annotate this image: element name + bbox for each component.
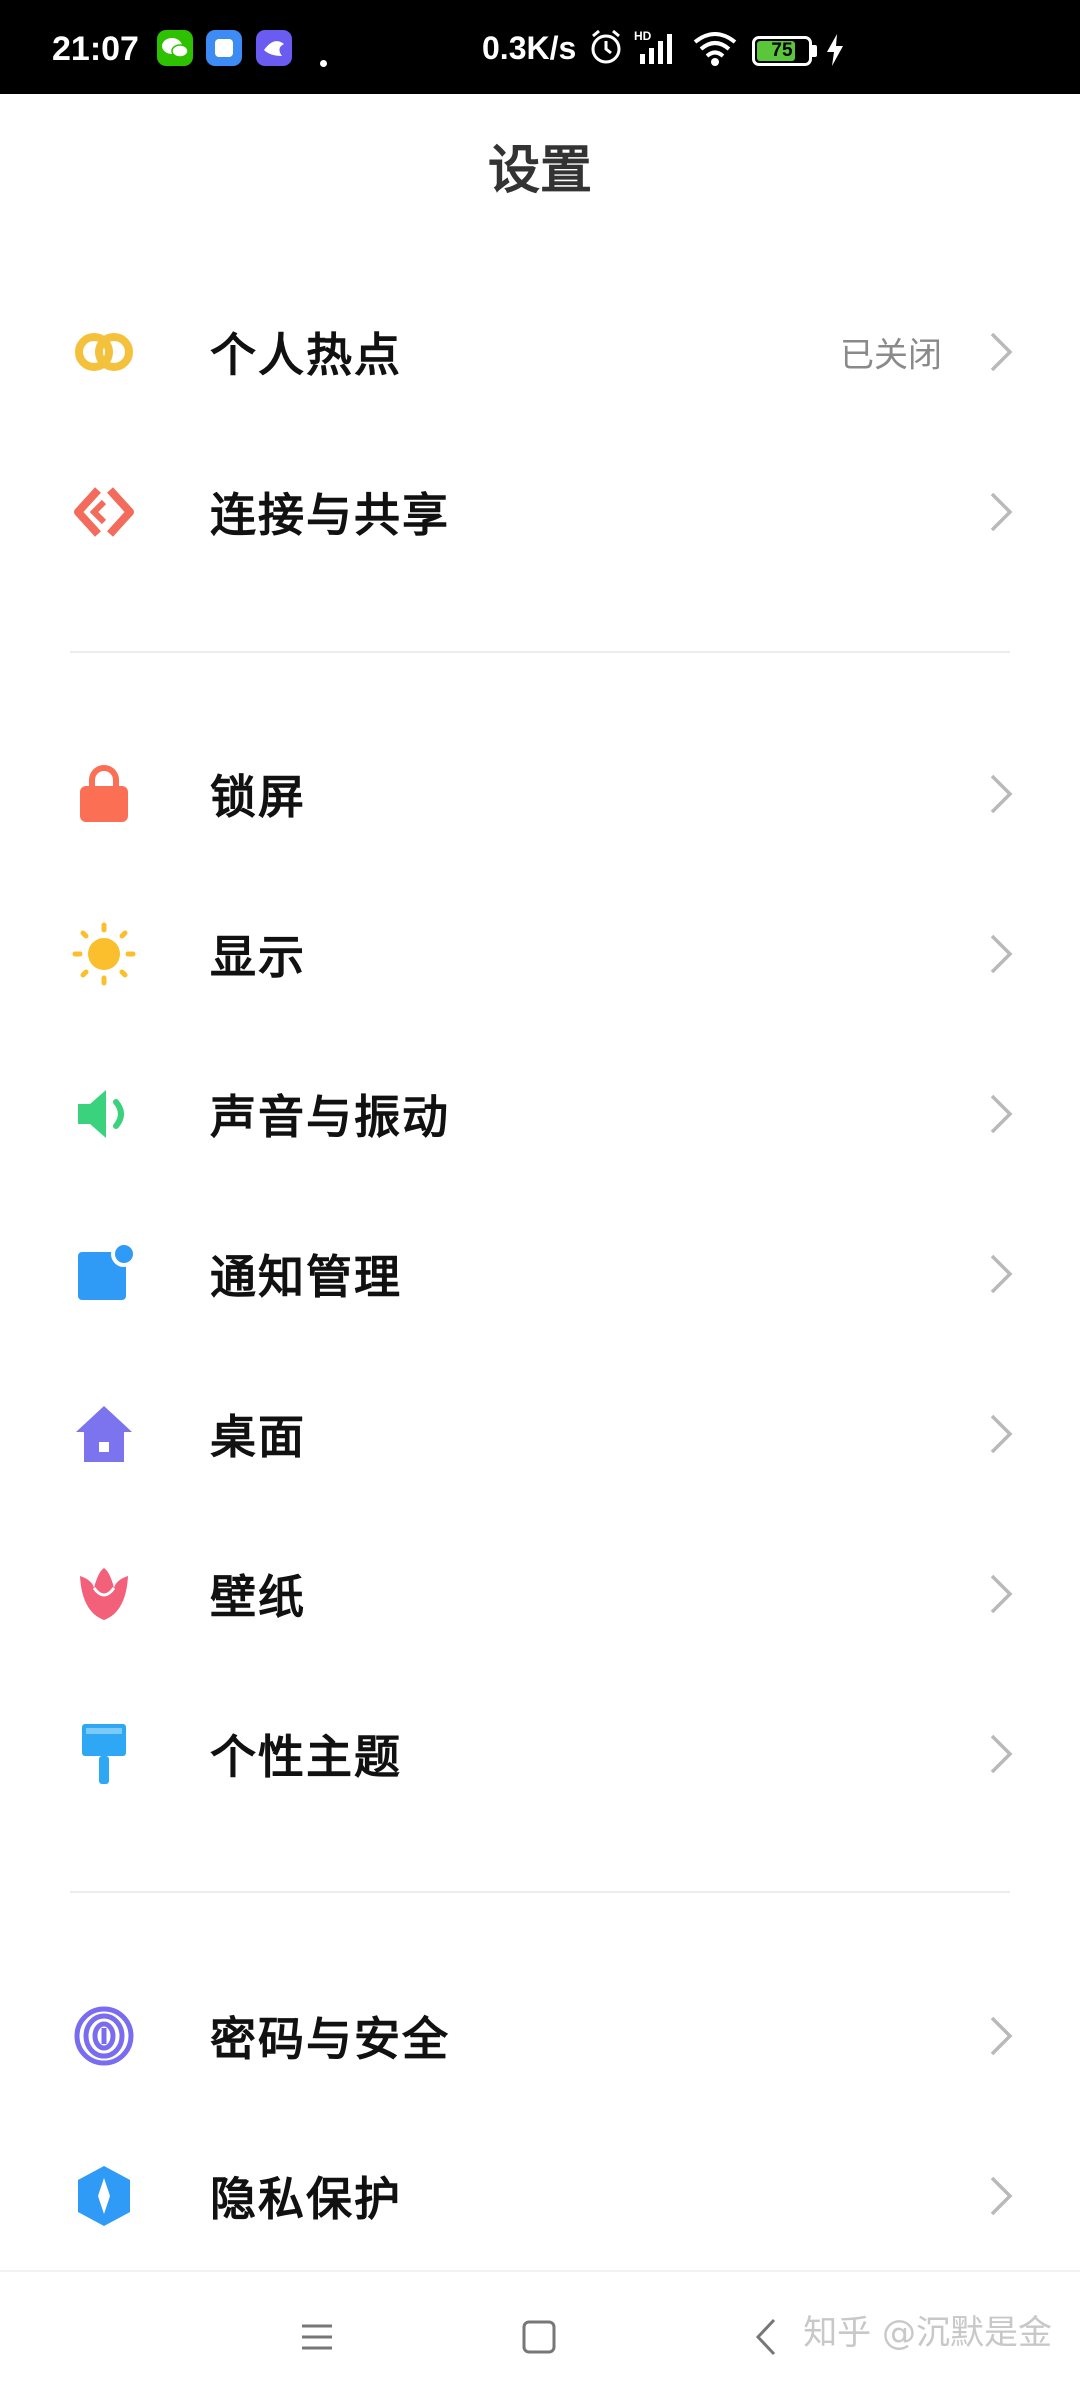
- fingerprint-icon: [72, 2004, 136, 2068]
- settings-item-value: 已关闭: [840, 335, 942, 376]
- settings-item-label: 声音与振动: [210, 1090, 450, 1144]
- chevron-right-icon: [988, 490, 1014, 534]
- home-square-icon[interactable]: [514, 2312, 564, 2362]
- charging-icon: [826, 34, 844, 71]
- settings-item-display[interactable]: 显示: [0, 874, 1080, 1034]
- settings-item-connection-share[interactable]: 连接与共享: [0, 432, 1080, 592]
- lock-icon: [72, 762, 136, 826]
- settings-item-label: 连接与共享: [210, 488, 450, 542]
- cellular-signal-icon: HD: [634, 28, 680, 73]
- chevron-right-icon: [988, 1732, 1014, 1776]
- divider: [70, 651, 1010, 653]
- settings-item-label: 隐私保护: [210, 2172, 402, 2226]
- settings-item-label: 锁屏: [210, 770, 306, 824]
- wifi-icon: [692, 28, 738, 73]
- status-time: 21:07: [52, 30, 139, 68]
- settings-item-label: 显示: [210, 930, 306, 984]
- divider: [70, 1891, 1010, 1893]
- chevron-right-icon: [988, 1092, 1014, 1136]
- battery-level: 75: [771, 40, 793, 61]
- privacy-shield-icon: [72, 2164, 136, 2228]
- more-notifications-dot: [320, 60, 327, 67]
- net-speed: 0.3K/s: [482, 30, 577, 66]
- notification-icon: [72, 1241, 137, 1306]
- settings-item-desktop[interactable]: 桌面: [0, 1354, 1080, 1514]
- back-icon[interactable]: [742, 2312, 792, 2362]
- settings-item-privacy[interactable]: 隐私保护: [0, 2116, 1080, 2276]
- chevron-right-icon: [988, 932, 1014, 976]
- settings-item-wallpaper[interactable]: 壁纸: [0, 1514, 1080, 1674]
- chevron-right-icon: [988, 1252, 1014, 1296]
- menu-icon[interactable]: [292, 2312, 342, 2362]
- settings-item-themes[interactable]: 个性主题: [0, 1674, 1080, 1834]
- tulip-icon: [72, 1562, 136, 1626]
- sun-icon: [72, 922, 136, 986]
- chevron-right-icon: [988, 1412, 1014, 1456]
- battery-cap: [812, 45, 817, 57]
- alarm-icon: [588, 28, 624, 71]
- settings-item-notifications[interactable]: 通知管理: [0, 1194, 1080, 1354]
- chevron-right-icon: [988, 330, 1014, 374]
- settings-item-label: 个性主题: [210, 1730, 402, 1784]
- home-icon: [72, 1402, 136, 1466]
- settings-item-label: 通知管理: [210, 1250, 402, 1304]
- app-notification-icon: [206, 30, 242, 66]
- connection-share-icon: [72, 480, 136, 544]
- settings-item-password-security[interactable]: 密码与安全: [0, 1956, 1080, 2116]
- chevron-right-icon: [988, 772, 1014, 816]
- battery-icon: 75: [752, 36, 812, 66]
- status-bar: 21:07 0.3K/s HD 75: [0, 0, 1080, 94]
- settings-item-label: 壁纸: [210, 1570, 306, 1624]
- hd-label: HD: [634, 29, 652, 43]
- settings-item-sound-vibration[interactable]: 声音与振动: [0, 1034, 1080, 1194]
- wechat-icon: [157, 30, 193, 66]
- settings-item-label: 桌面: [210, 1410, 306, 1464]
- hotspot-icon: [72, 320, 136, 384]
- chevron-right-icon: [988, 2174, 1014, 2218]
- paint-brush-icon: [72, 1722, 136, 1786]
- chevron-right-icon: [988, 1572, 1014, 1616]
- page-title: 设置: [487, 141, 592, 201]
- settings-item-hotspot[interactable]: 个人热点 已关闭: [0, 272, 1080, 432]
- settings-item-label: 个人热点: [210, 328, 402, 382]
- watermark: 知乎 @沉默是金: [803, 2313, 1052, 2353]
- settings-item-lock-screen[interactable]: 锁屏: [0, 714, 1080, 874]
- settings-item-label: 密码与安全: [210, 2012, 450, 2066]
- chevron-right-icon: [988, 2014, 1014, 2058]
- speaker-icon: [72, 1082, 136, 1146]
- app-notification-icon: [256, 30, 292, 66]
